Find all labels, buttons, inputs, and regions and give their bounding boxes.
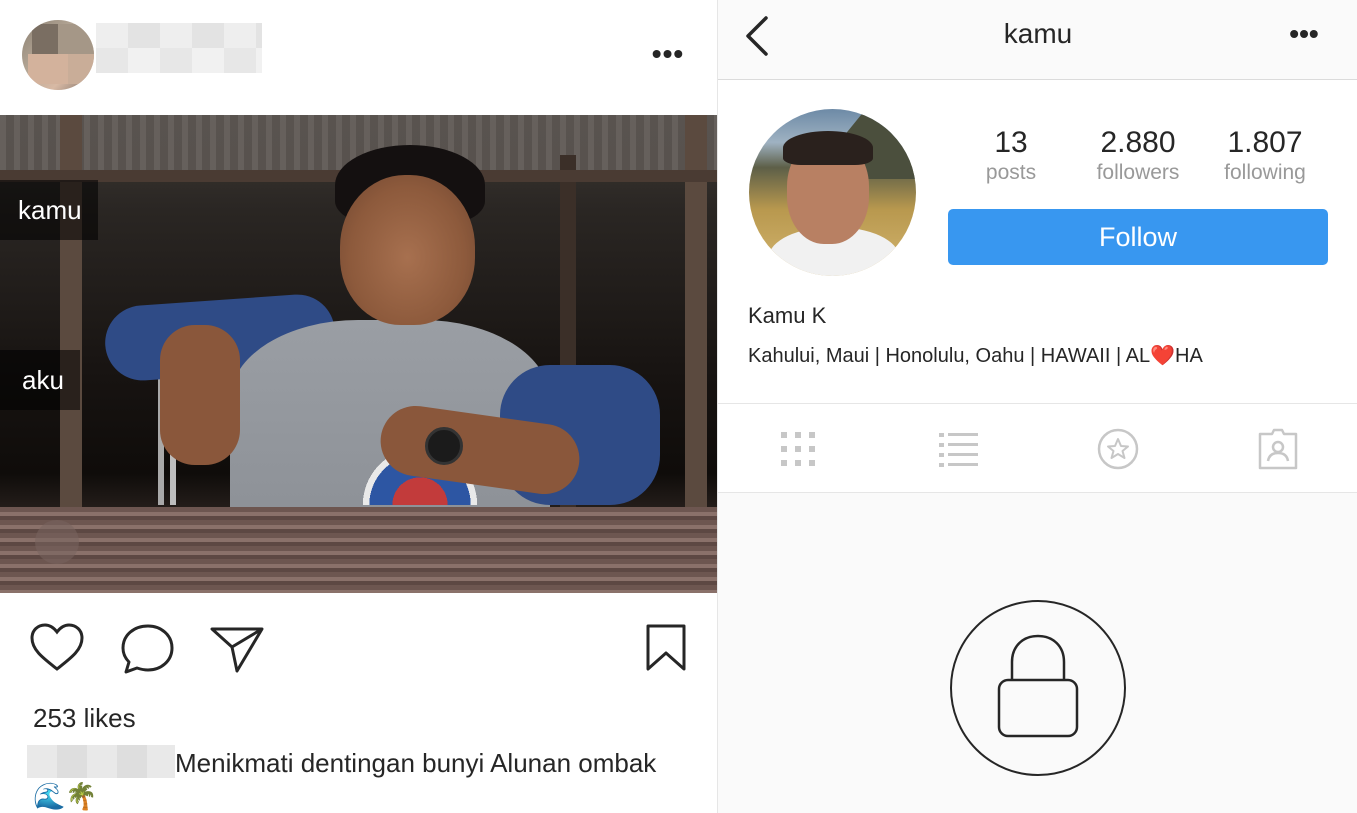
more-icon[interactable]: ••• bbox=[1284, 20, 1324, 48]
stat-following[interactable]: 1.807 following bbox=[1205, 125, 1325, 185]
share-icon[interactable] bbox=[209, 623, 265, 675]
grid-icon[interactable] bbox=[776, 428, 820, 470]
photo-tag-kamu[interactable]: kamu bbox=[0, 180, 98, 240]
profile-display-name: Kamu K bbox=[748, 303, 827, 328]
follow-button[interactable]: Follow bbox=[948, 209, 1328, 265]
lock-circle bbox=[950, 600, 1126, 776]
comment-icon[interactable] bbox=[120, 623, 176, 675]
profile-avatar[interactable] bbox=[749, 109, 916, 276]
bio-text-after: HA bbox=[1175, 345, 1203, 367]
post-caption: Menikmati dentingan bunyi Alunan ombak🌊🌴 bbox=[27, 745, 673, 813]
lock-icon bbox=[997, 634, 1079, 738]
post-more-icon[interactable]: ••• bbox=[648, 40, 688, 68]
post-panel: ••• kamu aku 253 likes Menikmati denting… bbox=[0, 0, 717, 813]
tagged-person-icon[interactable] bbox=[1256, 428, 1300, 470]
photo-arm-left bbox=[160, 325, 240, 465]
bio-heart: ❤️ bbox=[1150, 345, 1175, 367]
stat-followers-num: 2.880 bbox=[1100, 126, 1176, 159]
list-icon[interactable] bbox=[936, 428, 980, 470]
caption-username-redacted[interactable] bbox=[27, 745, 175, 778]
post-photo[interactable]: kamu aku bbox=[0, 115, 717, 593]
profile-panel: kamu ••• 13 posts 2.880 followers 1.807 … bbox=[717, 0, 1357, 813]
profile-stats: 13 posts 2.880 followers 1.807 following bbox=[958, 125, 1338, 185]
photo-tag-aku[interactable]: aku bbox=[0, 350, 80, 410]
private-account-area bbox=[718, 493, 1357, 813]
bookmark-icon[interactable] bbox=[644, 623, 688, 673]
tagged-users-icon[interactable] bbox=[35, 520, 79, 564]
profile-username-title: kamu bbox=[1003, 18, 1073, 49]
poster-avatar[interactable] bbox=[22, 20, 94, 90]
stat-posts[interactable]: 13 posts bbox=[951, 125, 1071, 185]
tagged-star-icon[interactable] bbox=[1096, 428, 1140, 470]
photo-watch bbox=[425, 427, 463, 465]
photo-person-head bbox=[340, 175, 475, 325]
stat-following-label: following bbox=[1224, 161, 1306, 184]
profile-bio: Kahului, Maui | Honolulu, Oahu | HAWAII … bbox=[748, 343, 1203, 368]
stat-posts-num: 13 bbox=[994, 126, 1028, 159]
poster-username-redacted[interactable] bbox=[96, 23, 262, 73]
stat-followers[interactable]: 2.880 followers bbox=[1078, 125, 1198, 185]
stat-following-num: 1.807 bbox=[1227, 126, 1303, 159]
profile-topbar: kamu ••• bbox=[718, 0, 1357, 80]
photo-table bbox=[0, 507, 717, 593]
bio-text-before: Kahului, Maui | Honolulu, Oahu | HAWAII … bbox=[748, 345, 1151, 367]
stat-posts-label: posts bbox=[985, 161, 1037, 184]
post-actions bbox=[0, 593, 717, 703]
avatar-hair bbox=[783, 131, 873, 165]
profile-tabs bbox=[718, 403, 1357, 493]
post-header: ••• bbox=[0, 0, 717, 115]
heart-icon[interactable] bbox=[29, 623, 85, 673]
likes-count[interactable]: 253 likes bbox=[33, 703, 136, 734]
stat-followers-label: followers bbox=[1096, 161, 1180, 184]
